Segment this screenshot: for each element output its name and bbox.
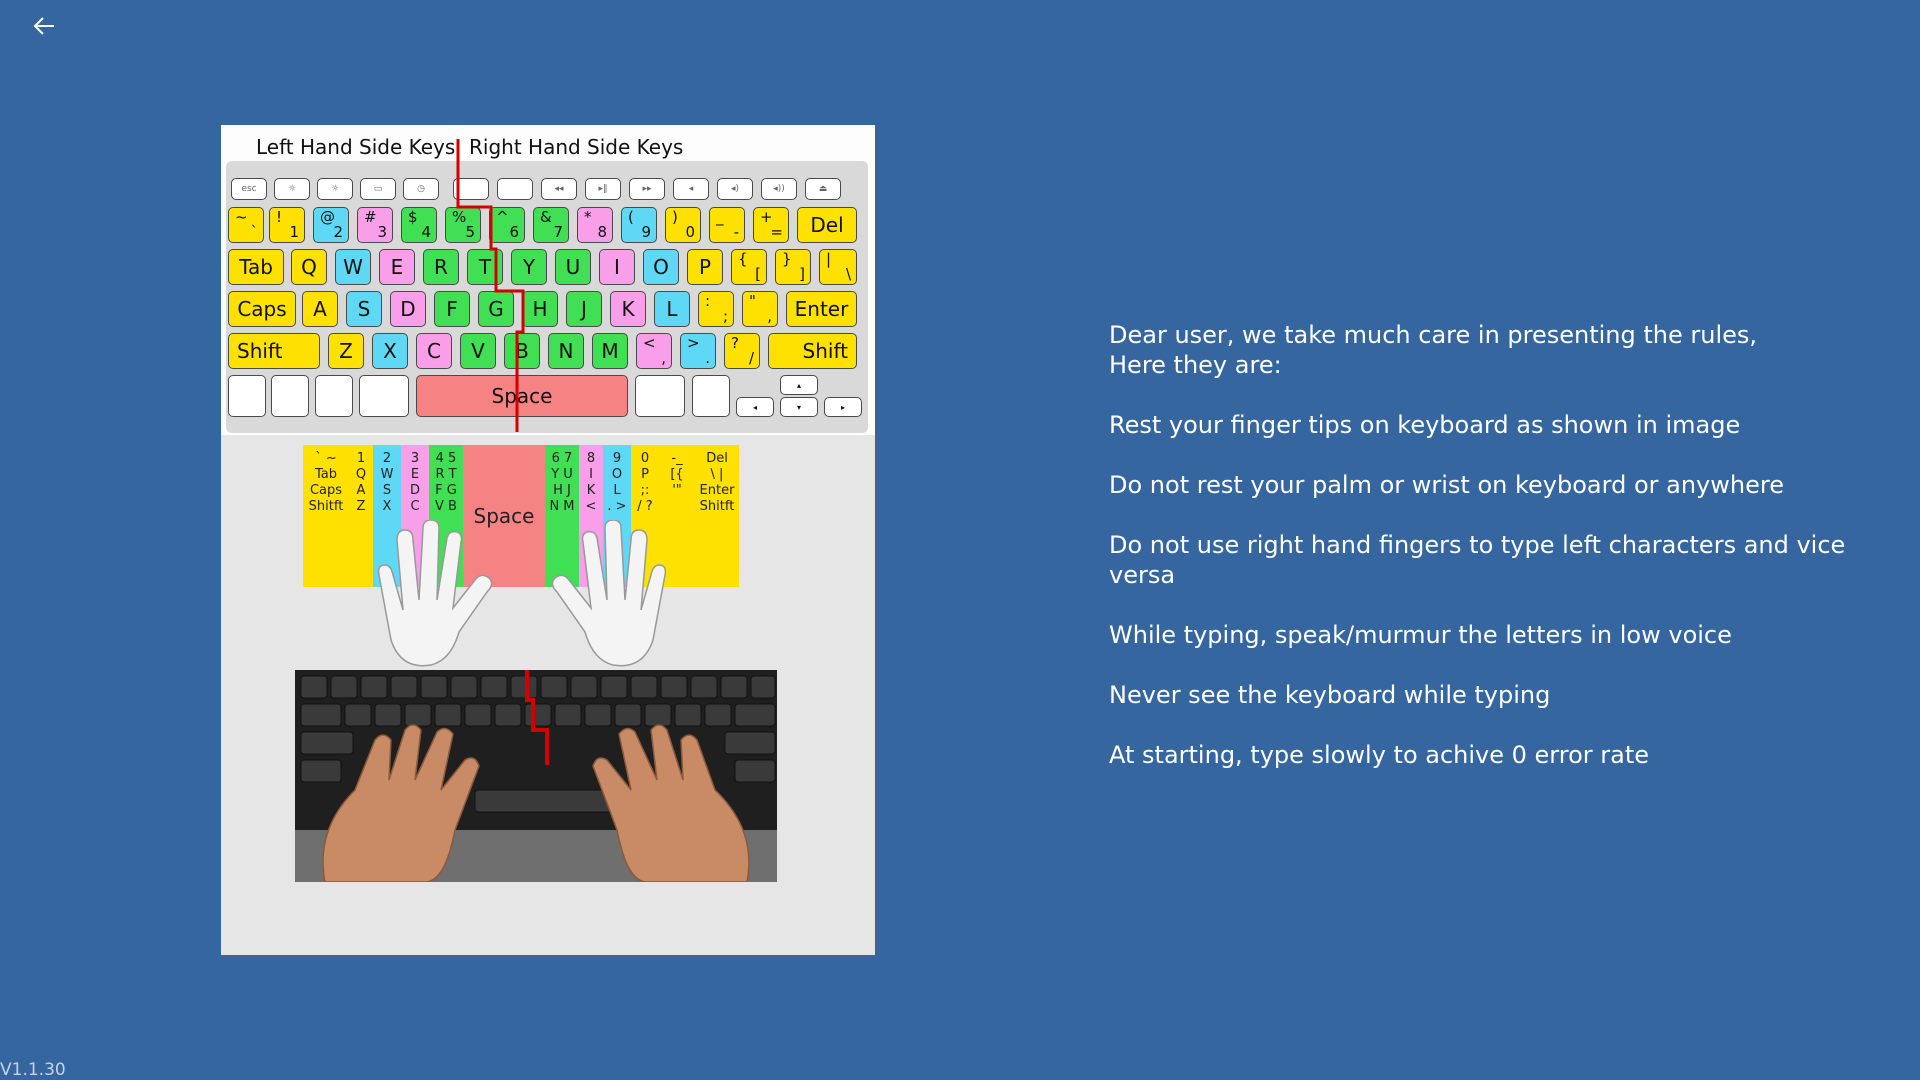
rule-item: Rest your finger tips on keyboard as sho…	[1109, 411, 1741, 439]
rule-item: Do not rest your palm or wrist on keyboa…	[1109, 471, 1784, 499]
finger-col-left-ring: 1 Q A Z	[349, 445, 373, 587]
finger-col-right-outer: Del \ | Enter Shitft	[695, 445, 739, 587]
rules-intro: Dear user, we take much care in presenti…	[1109, 320, 1889, 380]
finger-col-left-pinky: ` ~ Tab Caps Shitft	[303, 445, 349, 587]
version-label: V1.1.30	[0, 1060, 66, 1080]
arrow-left-icon	[33, 17, 54, 35]
keyboard-illustration: Left Hand Side Keys Right Hand Side Keys…	[221, 125, 875, 955]
rules-section: Dear user, we take much care in presenti…	[1109, 320, 1889, 800]
keyboard-diagram: Left Hand Side Keys Right Hand Side Keys…	[221, 125, 875, 435]
rule-item: Do not use right hand fingers to type le…	[1109, 531, 1846, 589]
rules-intro-line2: Here they are:	[1109, 351, 1282, 379]
rule-item: Never see the keyboard while typing	[1109, 681, 1551, 709]
back-button[interactable]	[26, 10, 62, 42]
hands-on-keyboard-photo	[295, 670, 777, 882]
rule-item: While typing, speak/murmur the letters i…	[1109, 621, 1732, 649]
rules-intro-line1: Dear user, we take much care in presenti…	[1109, 321, 1758, 349]
rule-item: At starting, type slowly to achive 0 err…	[1109, 741, 1650, 769]
right-hand-icon	[551, 520, 667, 667]
hand-divider-line	[456, 139, 525, 432]
left-hand-icon	[377, 520, 493, 667]
